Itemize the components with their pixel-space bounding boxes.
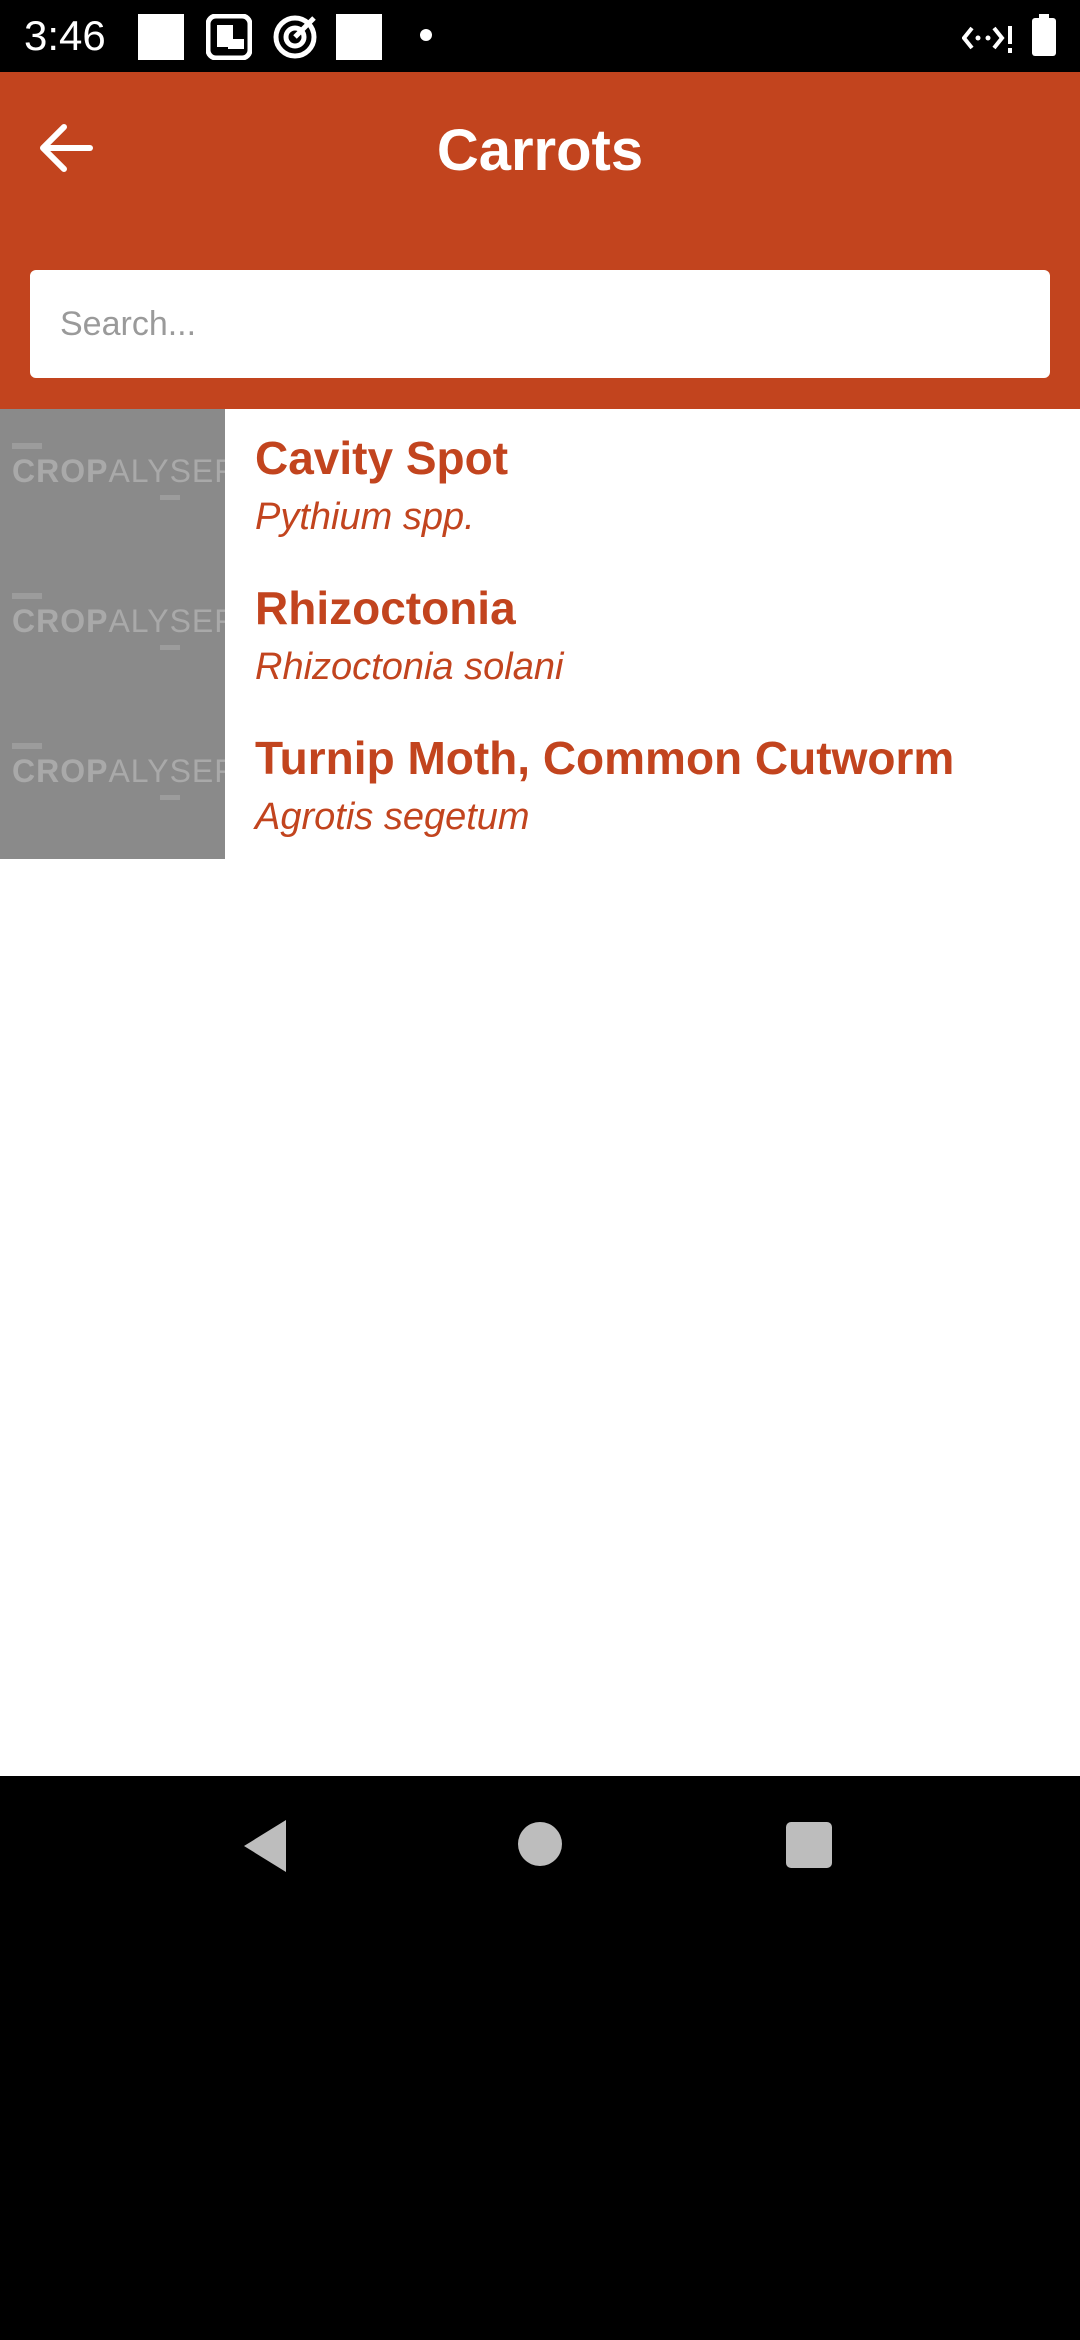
list-item[interactable]: CROPALYSER Rhizoctonia Rhizoctonia solan… [0, 559, 1080, 709]
search-box [30, 270, 1050, 378]
thumb-logo-text: CROPALYSER [12, 753, 225, 789]
thumbnail-image: CROPALYSER [0, 559, 225, 709]
dot-icon [420, 29, 432, 41]
item-title: Rhizoctonia [255, 582, 516, 634]
news-app-icon [205, 13, 253, 65]
thumb-logo-mark [160, 645, 180, 650]
page-title: Carrots [436, 118, 644, 183]
thumbnail-image: CROPALYSER [0, 409, 225, 559]
nav-back-icon[interactable] [240, 1818, 290, 1879]
list-item[interactable]: CROPALYSER Cavity Spot Pythium spp. [0, 409, 1080, 559]
nav-recents-icon[interactable] [786, 1822, 832, 1873]
thumb-logo-text: CROPALYSER [12, 453, 225, 489]
thumb-logo-text: CROPALYSER [12, 603, 225, 639]
list-item[interactable]: CROPALYSER Turnip Moth, Common Cutworm A… [0, 709, 1080, 859]
status-time: 3:46 [24, 12, 106, 59]
thumb-logo-mark [12, 443, 42, 449]
results-list: CROPALYSER Cavity Spot Pythium spp. CROP… [0, 409, 1080, 1776]
item-subtitle: Rhizoctonia solani [255, 646, 564, 688]
battery-icon [1032, 14, 1056, 61]
thumb-logo-mark [160, 495, 180, 500]
app-bar: Carrots [0, 72, 1080, 409]
notification-square-icon [138, 14, 184, 65]
item-subtitle: Agrotis segetum [255, 796, 530, 838]
target-app-icon [272, 14, 318, 65]
navigation-bar [0, 1776, 1080, 2340]
thumb-logo-mark [12, 593, 42, 599]
item-title: Turnip Moth, Common Cutworm [255, 732, 955, 784]
thumb-logo-mark [12, 743, 42, 749]
thumbnail-image: CROPALYSER [0, 709, 225, 859]
item-title: Cavity Spot [255, 432, 509, 484]
item-subtitle: Pythium spp. [255, 496, 475, 538]
screen: 3:46 Carrots Search... CROPALYSE Cavity … [0, 0, 1080, 2340]
status-bar: 3:46 [0, 0, 1080, 72]
search-input[interactable] [30, 270, 1050, 378]
thumb-logo-mark [160, 795, 180, 800]
signal-icon [961, 20, 1014, 61]
nav-home-icon[interactable] [516, 1820, 564, 1873]
notification-square-icon [336, 14, 382, 65]
